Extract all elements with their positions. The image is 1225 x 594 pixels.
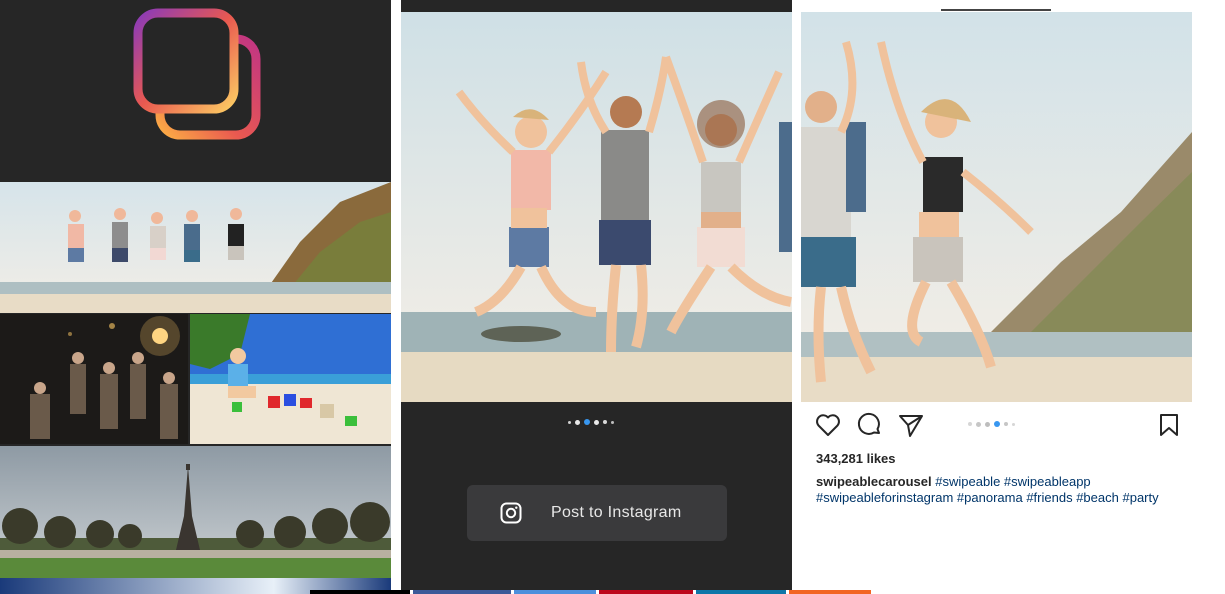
page-dot <box>611 420 614 424</box>
collage-panel <box>0 0 391 594</box>
bookmark-icon[interactable] <box>1156 412 1182 438</box>
caption-username[interactable]: swipeablecarousel <box>816 474 932 489</box>
post-button-label: Post to Instagram <box>551 504 682 521</box>
post-to-instagram-button[interactable]: Post to Instagram <box>467 485 727 541</box>
carousel-stack-icon <box>133 8 261 140</box>
instagram-post-panel: 343,281 likes swipeablecarousel #swipeab… <box>801 0 1192 590</box>
carousel-page-indicator <box>968 421 1015 427</box>
night-party-photo <box>0 314 188 444</box>
hashtag-link[interactable]: #friends <box>1026 490 1072 505</box>
eiffel-tower-photo <box>0 446 391 578</box>
post-caption: swipeablecarousel #swipeable #swipeablea… <box>816 474 1166 506</box>
page-dot <box>568 420 571 424</box>
share-bar-pinterest <box>599 590 693 594</box>
comment-icon[interactable] <box>857 412 883 438</box>
page-dot <box>1004 422 1008 426</box>
page-dot-active <box>584 419 590 425</box>
hashtag-link[interactable]: #swipeableforinstagram <box>816 490 953 505</box>
page-dot <box>1012 422 1015 426</box>
heart-icon[interactable] <box>815 412 841 438</box>
kid-sandcastle-photo <box>190 314 391 444</box>
share-bar-facebook <box>413 590 511 594</box>
share-bar-orange <box>789 590 871 594</box>
page-dot <box>603 420 607 424</box>
hashtag-link[interactable]: #panorama <box>957 490 1023 505</box>
page-dot <box>968 422 972 426</box>
page-dot <box>575 419 580 425</box>
beach-jump-photo <box>0 182 391 313</box>
share-bar-linkedin <box>696 590 786 594</box>
header-divider <box>941 9 1051 11</box>
share-bar-black <box>310 590 410 594</box>
app-logo-area <box>0 0 391 182</box>
preview-panel: Post to Instagram <box>401 0 792 590</box>
hashtag-link[interactable]: #swipeable <box>935 474 1000 489</box>
page: Post to Instagram 343,281 likes swipeabl… <box>0 0 1225 594</box>
page-dot <box>976 421 981 427</box>
page-dot <box>594 419 599 425</box>
share-bar-twitter <box>514 590 596 594</box>
beach-jump-photo[interactable] <box>401 12 792 402</box>
page-dot <box>985 421 990 427</box>
hashtag-link[interactable]: #party <box>1122 490 1158 505</box>
send-icon[interactable] <box>898 412 924 438</box>
beach-jump-photo[interactable] <box>801 12 1192 402</box>
hashtag-link[interactable]: #swipeableapp <box>1004 474 1091 489</box>
hashtag-link[interactable]: #beach <box>1076 490 1119 505</box>
page-dot-active <box>994 421 1000 427</box>
carousel-page-indicator <box>568 419 614 425</box>
instagram-icon <box>500 502 522 524</box>
likes-count[interactable]: 343,281 likes <box>816 451 896 466</box>
